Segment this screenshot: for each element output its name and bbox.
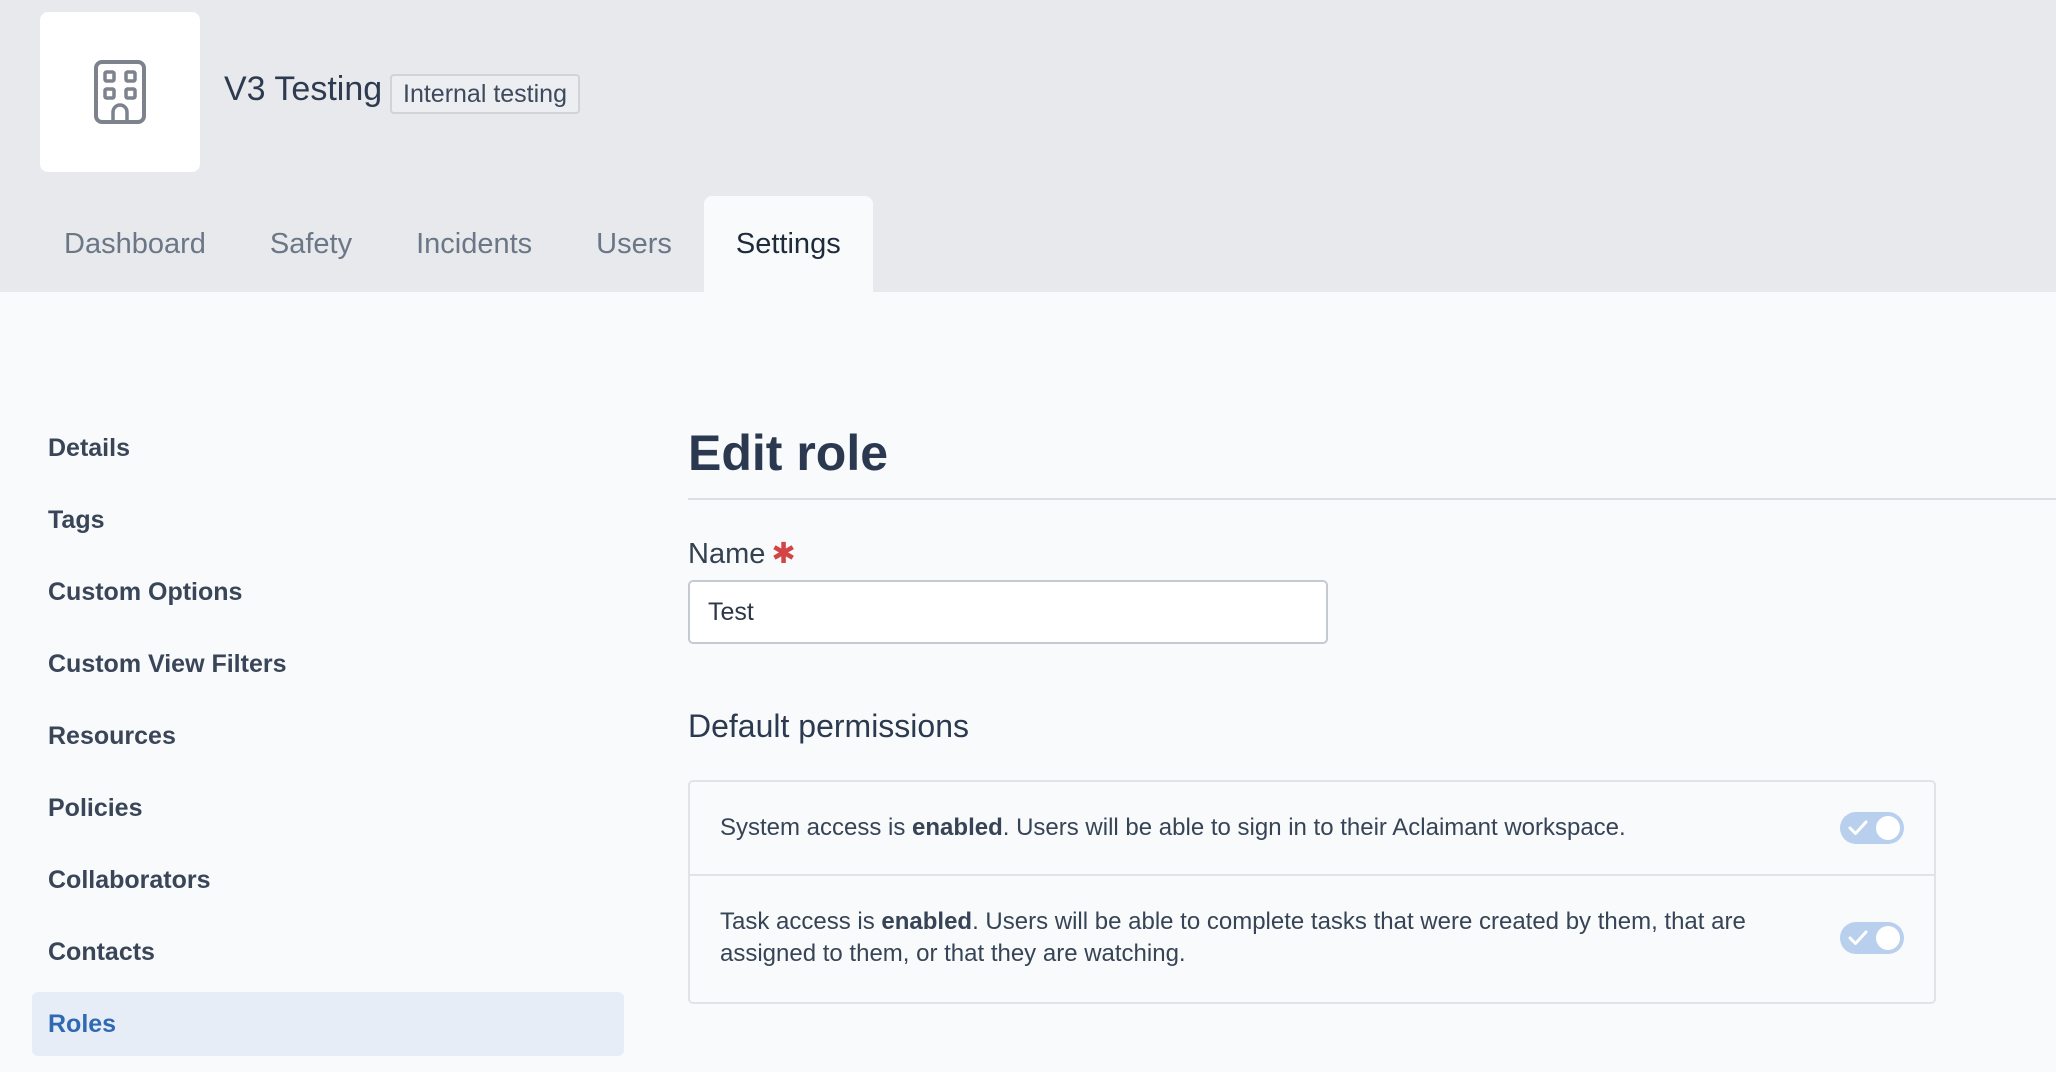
settings-sidebar: Details Tags Custom Options Custom View … [32, 416, 624, 1064]
page-title: Edit role [688, 425, 889, 481]
tab-safety[interactable]: Safety [238, 196, 384, 292]
tab-users[interactable]: Users [564, 196, 704, 292]
org-logo [40, 12, 200, 172]
edit-role-panel: Edit role Name✱ Default permissions Syst… [688, 412, 2056, 1004]
sidebar-item-custom-options[interactable]: Custom Options [32, 560, 624, 624]
sidebar-item-details[interactable]: Details [32, 416, 624, 480]
sidebar-item-resources[interactable]: Resources [32, 704, 624, 768]
sidebar-item-contacts[interactable]: Contacts [32, 920, 624, 984]
building-icon [94, 60, 146, 124]
title-divider [688, 498, 2056, 500]
tab-dashboard[interactable]: Dashboard [32, 196, 238, 292]
task-access-text: Task access is enabled. Users will be ab… [720, 908, 1746, 967]
required-asterisk-icon: ✱ [771, 538, 796, 570]
sidebar-item-tags[interactable]: Tags [32, 488, 624, 552]
system-access-row: System access is enabled. Users will be … [690, 782, 1934, 876]
check-icon [1848, 930, 1868, 945]
task-access-state: enabled [881, 908, 973, 935]
name-input[interactable] [688, 580, 1328, 644]
tab-settings[interactable]: Settings [703, 196, 873, 292]
sidebar-item-roles[interactable]: Roles [32, 992, 624, 1056]
name-field-label: Name ✱ [688, 536, 796, 571]
name-label-text: Name [688, 538, 766, 570]
permissions-list: System access is enabled. Users will be … [688, 780, 1936, 1004]
task-access-toggle[interactable] [1840, 922, 1904, 954]
sidebar-item-collaborators[interactable]: Collaborators [32, 848, 624, 912]
permissions-title: Default permissions [688, 708, 969, 744]
sidebar-item-custom-view-filters[interactable]: Custom View Filters [32, 632, 624, 696]
main-tabs: Dashboard Safety Incidents Users Setting… [32, 196, 873, 292]
org-badge: Internal testing [390, 74, 580, 114]
org-name: V3 Testing [224, 70, 383, 108]
task-access-row: Task access is enabled. Users will be ab… [690, 876, 1934, 1000]
toggle-knob [1876, 926, 1900, 950]
system-access-text: System access is enabled. Users will be … [720, 814, 1626, 841]
toggle-knob [1876, 816, 1900, 840]
org-header: V3 Testing Internal testing Dashboard Sa… [0, 0, 2056, 292]
system-access-state: enabled [912, 814, 1003, 841]
system-access-toggle[interactable] [1840, 812, 1904, 844]
tab-incidents[interactable]: Incidents [384, 196, 564, 292]
check-icon [1848, 820, 1868, 835]
sidebar-item-policies[interactable]: Policies [32, 776, 624, 840]
